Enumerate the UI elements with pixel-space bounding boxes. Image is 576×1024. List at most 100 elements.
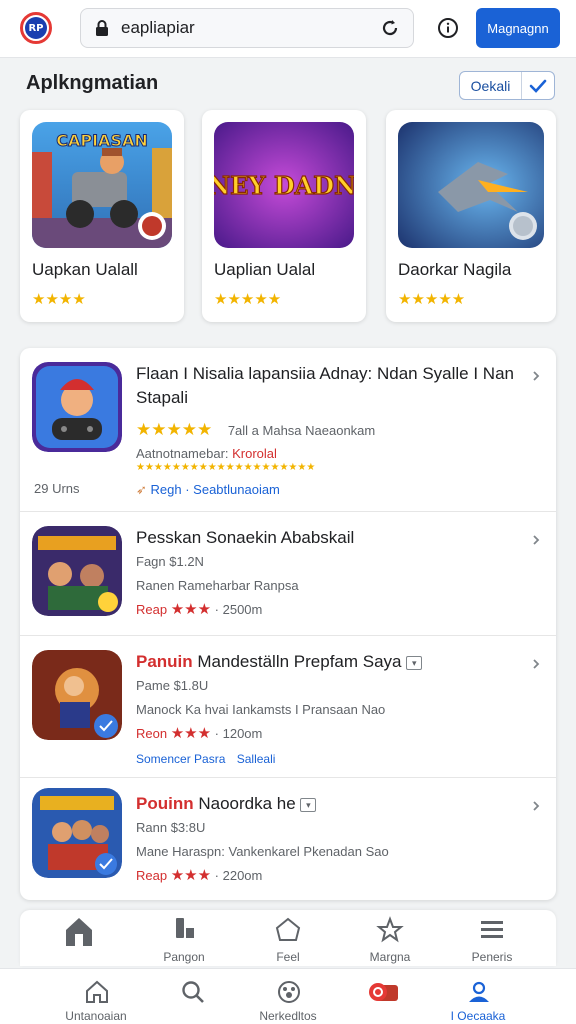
app-price: Rann $3:8U: [136, 820, 206, 835]
app-description: Mane Haraspn: Vankenkarel Pkenadan Sao: [136, 844, 389, 859]
tab-feel[interactable]: Feel: [248, 916, 328, 964]
paw-icon: [278, 981, 300, 1003]
app-title-rest: Naoordka he: [193, 794, 296, 813]
developer-label: Aatnotnamebar:: [136, 446, 233, 461]
tab-label: Peneris: [471, 950, 513, 964]
tag-link-a[interactable]: Somencer Pasra: [136, 752, 225, 766]
app-title: Pesskan Sonaekin Ababskail: [136, 528, 355, 547]
nav-nerkedltos[interactable]: Nerkedltos: [238, 977, 338, 1023]
battery-icon: [176, 918, 194, 938]
tab-home[interactable]: [38, 916, 118, 964]
meta-row: Reap ★★★ · 220om: [136, 866, 262, 884]
featured-card[interactable]: Daorkar Nagila ★★★★★: [386, 110, 556, 322]
card-title: Daorkar Nagila: [398, 260, 512, 279]
developer-line: Aatnotnamebar: Krorolal: [136, 446, 277, 461]
star-outline-icon: [376, 916, 404, 943]
tag-label: Reap: [136, 602, 168, 617]
meta-row: Reon ★★★ · 120om: [136, 724, 262, 742]
dropdown-icon[interactable]: ▾: [300, 797, 317, 812]
list-item[interactable]: Pesskan Sonaekin Ababskail Fagn $1.2N Ra…: [20, 512, 556, 636]
featured-card[interactable]: SENEY DADNAK Uaplian Ualal ★★★★★: [202, 110, 366, 322]
app-title-rest: Mandeställn Prepfam Saya: [192, 652, 402, 671]
nav-search[interactable]: [142, 977, 242, 1023]
rating-row: ★★★★★ 7all a Mahsa Naeaonkam: [136, 420, 375, 440]
rating-stars: ★★★★★: [214, 291, 282, 308]
rating-text: 7all a Mahsa Naeaonkam: [227, 423, 376, 438]
rating-stars: ★★★: [170, 867, 212, 884]
lock-icon: [93, 19, 111, 37]
tag-links[interactable]: Somencer Pasra Salleali: [136, 752, 275, 766]
app-title: Panuin Mandeställn Prepfam Saya ▾: [136, 652, 423, 672]
tab-margna[interactable]: Margna: [350, 916, 430, 964]
featured-card[interactable]: CAPIASAN Uapkan Ualall ★★★★: [20, 110, 184, 322]
card-title: Uaplian Ualal: [214, 260, 316, 279]
app-price: Fagn $1.2N: [136, 554, 204, 569]
home-filled-icon: [66, 918, 92, 946]
address-bar[interactable]: eapliapiar: [80, 8, 414, 48]
home-icon: [86, 980, 108, 1003]
nav-account[interactable]: I Oecaaka: [428, 977, 528, 1023]
chevron-right-icon[interactable]: [530, 370, 542, 382]
downloads-note: 29 Urns: [34, 481, 80, 496]
check-icon[interactable]: [522, 72, 554, 99]
nav-label: Nerkedltos: [259, 1009, 317, 1023]
reload-icon[interactable]: [379, 17, 401, 39]
meta-row: Reap ★★★ · 2500m: [136, 600, 262, 618]
game-art-truck: CAPIASAN: [32, 122, 172, 248]
tag-label: Reap: [136, 868, 168, 883]
nav-label: I Oecaaka: [450, 1009, 506, 1023]
dropdown-icon[interactable]: ▾: [406, 655, 423, 670]
category-tab-bar: Pangon Feel Margna Peneris: [20, 910, 556, 966]
rating-stars: ★★★★★: [398, 291, 466, 308]
list-item[interactable]: Flaan I Nisalia lapansiia Adnay: Ndan Sy…: [20, 348, 556, 512]
chevron-right-icon[interactable]: [530, 658, 542, 670]
tag-link-text: Regh · Seabtlunaoiam: [150, 482, 280, 497]
small-stars-row: ★★★★★★★★★★★★★★★★★★★★: [136, 462, 316, 473]
app-logo[interactable]: RP: [20, 12, 52, 44]
tag-link[interactable]: ➶ Regh · Seabtlunaoiam: [136, 482, 280, 498]
nav-home[interactable]: Untanoaian: [46, 977, 146, 1023]
app-title-prefix: Pouinn: [136, 794, 194, 813]
app-title: Flaan I Nisalia lapansiia Adnay: Ndan Sy…: [136, 364, 514, 383]
rating-stars: ★★★★: [32, 291, 86, 308]
app-title-prefix: Panuin: [136, 652, 193, 671]
game-art-heroes: [32, 526, 122, 616]
filter-select-label: Oekali: [460, 72, 522, 99]
record-icon: [369, 983, 398, 1001]
card-art-text: SENEY DADNAK: [214, 171, 354, 200]
developer-value: Krorolal: [232, 446, 277, 461]
logo-text: RP: [25, 17, 47, 39]
bottom-navigation: Untanoaian Nerkedltos I Oecaaka: [0, 968, 576, 1024]
rating-stars: ★★★★★: [136, 420, 213, 439]
account-icon: [469, 981, 489, 1002]
tab-pangon[interactable]: Pangon: [144, 916, 224, 964]
game-art-squad: [32, 788, 122, 878]
info-icon[interactable]: [437, 17, 459, 39]
app-description: Ranen Rameharbar Ranpsa: [136, 578, 299, 593]
house-outline-icon: [275, 917, 301, 941]
app-price: Pame $1.8U: [136, 678, 209, 693]
section-title: Aplkngmatian: [26, 72, 159, 94]
url-text: eapliapiar: [121, 18, 195, 37]
filter-select[interactable]: Oekali: [459, 71, 555, 100]
list-item[interactable]: Pouinn Naoordka he ▾ Rann $3:8U Mane Har…: [20, 778, 556, 900]
tab-label: Pangon: [163, 950, 205, 964]
meta-text: · 120om: [214, 726, 263, 741]
tag-link-b[interactable]: Salleali: [237, 752, 276, 766]
tag-icon: ➶: [136, 482, 147, 497]
rating-stars: ★★★: [170, 601, 212, 618]
controller-character-icon: [32, 362, 122, 452]
chevron-right-icon[interactable]: [530, 534, 542, 546]
tag-label: Reon: [136, 726, 168, 741]
app-title-line2: Stapali: [136, 388, 188, 407]
card-title: Uapkan Ualall: [32, 260, 138, 279]
nav-record[interactable]: [330, 977, 430, 1023]
menu-icon: [481, 921, 503, 938]
app-description: Manock Ka hvai Iankamsts I Pransaan Nao: [136, 702, 386, 717]
card-art-text: CAPIASAN: [56, 131, 147, 150]
app-title: Pouinn Naoordka he ▾: [136, 794, 317, 814]
tab-peneris[interactable]: Peneris: [452, 916, 532, 964]
list-item[interactable]: Panuin Mandeställn Prepfam Saya ▾ Pame $…: [20, 636, 556, 778]
primary-action-button[interactable]: Magnagnn: [476, 8, 560, 48]
chevron-right-icon[interactable]: [530, 800, 542, 812]
